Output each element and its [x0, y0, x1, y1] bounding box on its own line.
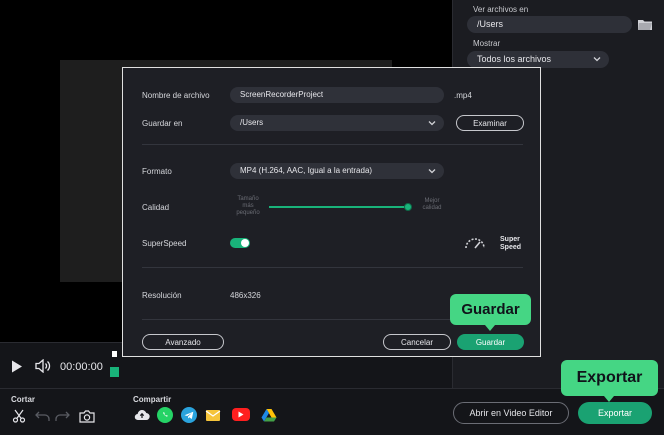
folder-icon[interactable] [636, 16, 654, 33]
cut-label: Cortar [11, 395, 36, 404]
quality-slider-knob[interactable] [404, 203, 412, 211]
divider [142, 267, 523, 268]
cancel-button[interactable]: Cancelar [383, 334, 451, 350]
format-value: MP4 (H.264, AAC, Igual a la entrada) [240, 166, 373, 175]
resolution-label: Resolución [142, 291, 182, 300]
divider [142, 144, 523, 145]
browse-button[interactable]: Examinar [456, 115, 524, 131]
chevron-down-icon [428, 121, 436, 126]
whatsapp-icon[interactable] [157, 407, 173, 423]
play-icon[interactable] [11, 360, 23, 373]
show-label: Mostrar [473, 39, 501, 48]
telegram-icon[interactable] [181, 407, 197, 423]
view-files-label: Ver archivos en [473, 5, 529, 14]
undo-icon[interactable] [35, 408, 51, 424]
quality-label: Calidad [142, 203, 170, 212]
filename-input[interactable]: ScreenRecorderProject [230, 87, 444, 103]
save-in-select[interactable]: /Users [230, 115, 444, 131]
show-select[interactable]: Todos los archivos [467, 51, 609, 68]
quality-min-label: Tamaño más pequeño [236, 196, 260, 216]
resolution-value: 486x326 [230, 291, 261, 300]
format-label: Formato [142, 167, 172, 176]
show-select-value: Todos los archivos [477, 54, 552, 64]
file-extension: .mp4 [454, 91, 472, 100]
superspeed-logo: Super Speed [500, 236, 521, 252]
export-callout: Exportar [561, 360, 658, 402]
share-label: Compartir [133, 395, 172, 404]
chevron-down-icon [593, 57, 601, 62]
camera-icon[interactable] [79, 408, 95, 424]
quality-slider-track[interactable] [269, 206, 409, 208]
save-in-value: /Users [240, 118, 264, 127]
view-files-path[interactable]: /Users [467, 16, 632, 33]
filename-label: Nombre de archivo [142, 91, 210, 100]
export-callout-text: Exportar [576, 369, 643, 386]
google-drive-icon[interactable] [261, 407, 277, 423]
superspeed-logo-line1: Super [500, 236, 520, 243]
superspeed-logo-line2: Speed [500, 244, 522, 251]
format-select[interactable]: MP4 (H.264, AAC, Igual a la entrada) [230, 163, 444, 179]
scissors-icon[interactable] [11, 408, 27, 424]
advanced-button[interactable]: Avanzado [142, 334, 224, 350]
email-icon[interactable] [205, 407, 221, 423]
quality-max-label: Mejor calidad [422, 198, 442, 211]
timecode: 00:00:00 [60, 361, 103, 373]
export-button[interactable]: Exportar [578, 402, 652, 424]
superspeed-label: SuperSpeed [142, 239, 187, 248]
save-button[interactable]: Guardar [457, 334, 524, 350]
save-callout: Guardar [450, 294, 531, 331]
speedometer-icon [465, 238, 485, 249]
redo-icon[interactable] [54, 408, 70, 424]
timeline-handle[interactable] [110, 351, 119, 377]
volume-icon[interactable] [35, 359, 51, 373]
youtube-icon[interactable] [232, 408, 250, 421]
save-callout-text: Guardar [461, 301, 520, 318]
save-in-label: Guardar en [142, 119, 183, 128]
superspeed-toggle[interactable] [230, 238, 250, 248]
open-in-video-editor-button[interactable]: Abrir en Video Editor [453, 402, 569, 424]
cloud-upload-icon[interactable] [134, 407, 150, 423]
chevron-down-icon [428, 169, 436, 174]
